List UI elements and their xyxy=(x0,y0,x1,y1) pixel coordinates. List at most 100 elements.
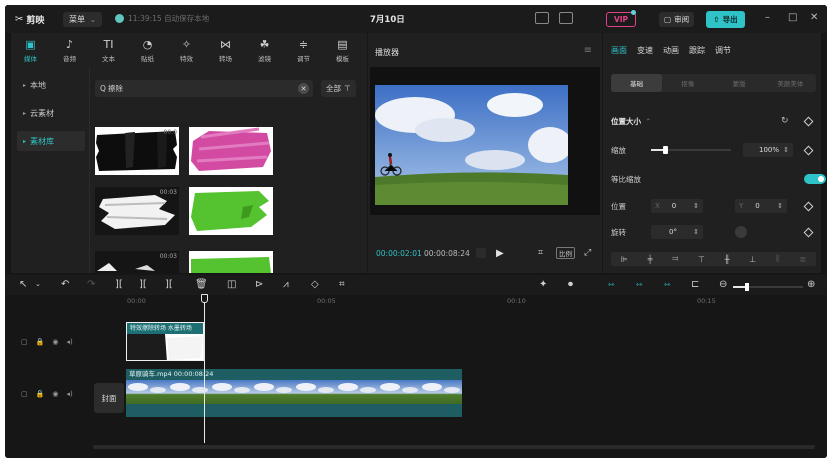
auto-snap-icon[interactable]: ⇿ xyxy=(636,279,643,290)
playhead[interactable] xyxy=(204,295,205,443)
inspector-tab[interactable]: 跟踪 xyxy=(689,45,705,56)
audio-icon[interactable]: ◂) xyxy=(66,338,72,346)
brush-stroke-thumbnail[interactable] xyxy=(189,187,273,235)
delete-icon[interactable]: 🗑 xyxy=(195,279,208,290)
split-left-icon[interactable]: ][ xyxy=(139,279,147,290)
close-icon[interactable]: ✕ xyxy=(810,12,818,23)
position-y-field[interactable]: Y 0 ⇕ xyxy=(735,199,787,213)
maximize-icon[interactable]: □ xyxy=(788,12,797,23)
auto-effect-icon[interactable]: ✦ xyxy=(539,279,547,290)
stepper-icon[interactable]: ⇕ xyxy=(783,146,789,154)
cover-button[interactable]: 封面 xyxy=(94,383,124,413)
keyframe-icon[interactable] xyxy=(803,201,814,212)
audio-icon[interactable]: ◂) xyxy=(66,390,72,398)
brush-stroke-thumbnail[interactable] xyxy=(189,251,273,273)
lock-icon[interactable]: 🔒 xyxy=(36,390,45,398)
align-center-v-icon[interactable]: ╫ xyxy=(725,255,730,264)
menu-button[interactable]: 菜单 ⌄ xyxy=(63,12,102,27)
sidebar-item[interactable]: ▸ 云素材 xyxy=(17,103,85,123)
sidebar-item[interactable]: ▸ 本地 xyxy=(17,75,85,95)
align-left-icon[interactable]: ⊫ xyxy=(621,255,628,264)
split-icon[interactable]: ][ xyxy=(115,279,123,290)
position-size-header[interactable]: 位置大小 ⌃ ↻ xyxy=(611,114,816,128)
zoom-in-icon[interactable]: ⊕ xyxy=(807,279,815,290)
search-input[interactable]: Q 擦除 ✕ xyxy=(95,80,313,97)
scale-value-field[interactable]: 100% ⇕ xyxy=(743,143,793,157)
rotate-field[interactable]: 0° ⇕ xyxy=(651,225,703,239)
timeline-scrollbar[interactable] xyxy=(93,445,815,449)
reverse-icon[interactable]: ⊳ xyxy=(255,279,263,290)
zoom-out-icon[interactable]: ⊖ xyxy=(719,279,727,290)
microphone-icon[interactable]: ⏺ xyxy=(568,279,573,290)
tab-audio[interactable]: ♪ 音频 xyxy=(50,33,89,67)
visibility-icon[interactable]: ◉ xyxy=(52,338,58,346)
inspector-subtab[interactable]: 抠像 xyxy=(662,74,713,92)
distribute-h-icon[interactable]: ⫼ xyxy=(776,254,780,264)
align-top-icon[interactable]: ⊤ xyxy=(698,255,705,264)
project-title[interactable]: 7月10日 xyxy=(370,13,405,25)
uniform-scale-toggle[interactable] xyxy=(804,174,826,184)
playhead-handle[interactable] xyxy=(201,294,208,303)
keyframe-icon[interactable] xyxy=(803,227,814,238)
lock-icon[interactable]: 🔒 xyxy=(36,338,45,346)
slider-handle[interactable] xyxy=(663,146,669,154)
align-bottom-icon[interactable]: ⊥ xyxy=(749,255,756,264)
sidebar-item[interactable]: ▸ 素材库 xyxy=(17,131,85,151)
tab-text[interactable]: TI 文本 xyxy=(89,33,128,67)
fullscreen-icon[interactable]: ⤢ xyxy=(584,248,591,258)
rotate-dial-icon[interactable] xyxy=(735,226,747,238)
shortcut-icon[interactable] xyxy=(535,12,549,24)
ratio-button[interactable]: 比例 xyxy=(556,247,575,259)
inspector-tab[interactable]: 变速 xyxy=(637,45,653,56)
align-right-icon[interactable]: ⫤ xyxy=(672,254,678,264)
keyframe-icon[interactable] xyxy=(803,145,814,156)
visibility-icon[interactable]: ◉ xyxy=(52,390,58,398)
chevron-down-icon[interactable]: ⌄ xyxy=(35,279,41,290)
tab-media[interactable]: ▣ 媒体 xyxy=(11,33,50,67)
menu-icon[interactable]: ≡ xyxy=(584,45,592,56)
inspector-subtab[interactable]: 蒙版 xyxy=(714,74,765,92)
inspector-tab[interactable]: 画面 xyxy=(611,45,627,56)
select-cursor-icon[interactable]: ↖ xyxy=(19,279,27,290)
export-button[interactable]: ⇧ 导出 xyxy=(706,11,745,28)
inspector-tab[interactable]: 动画 xyxy=(663,45,679,56)
brush-stroke-thumbnail[interactable]: 00:0 xyxy=(95,127,179,175)
distribute-v-icon[interactable]: ≣ xyxy=(799,255,806,264)
redo-icon[interactable]: ↷ xyxy=(87,279,95,290)
stepper-icon[interactable]: ⇕ xyxy=(777,202,783,210)
preview-axis-icon[interactable]: ⊏ xyxy=(691,279,699,290)
linkage-icon[interactable]: ⇿ xyxy=(664,279,671,290)
scale-slider[interactable] xyxy=(651,146,731,154)
inspector-subtab[interactable]: 基础 xyxy=(611,74,663,92)
effect-clip[interactable]: 特效擦除转场 水墨转场 xyxy=(126,322,204,361)
tab-effects[interactable]: ✧ 特效 xyxy=(167,33,206,67)
tab-adjust[interactable]: ≑ 调节 xyxy=(284,33,323,67)
tab-sticker[interactable]: ◔ 贴纸 xyxy=(128,33,167,67)
align-center-h-icon[interactable]: ╪ xyxy=(648,255,653,264)
freeze-icon[interactable]: ◫ xyxy=(227,279,236,290)
video-preview[interactable] xyxy=(375,85,568,205)
rotate-icon[interactable]: ◇ xyxy=(311,279,319,290)
split-right-icon[interactable]: ][ xyxy=(165,279,173,290)
stepper-icon[interactable]: ⇕ xyxy=(693,202,699,210)
stepper-icon[interactable]: ⇕ xyxy=(693,228,699,236)
review-button[interactable]: ▢ 审阅 xyxy=(659,12,695,27)
crop-icon[interactable]: ⌗ xyxy=(339,279,345,290)
inspector-subtab[interactable]: 美颜美体 xyxy=(765,74,816,92)
keyframe-icon[interactable] xyxy=(803,116,814,127)
minimize-icon[interactable]: – xyxy=(765,12,770,23)
tab-filter[interactable]: ☘ 滤镜 xyxy=(245,33,284,67)
tab-transition[interactable]: ⋈ 转场 xyxy=(206,33,245,67)
filter-button[interactable]: 全部 ⊤ xyxy=(321,80,356,97)
layout-icon[interactable] xyxy=(559,12,573,24)
inspector-tab[interactable]: 调节 xyxy=(715,45,731,56)
main-track-magnet-icon[interactable]: ⇿ xyxy=(608,279,615,290)
video-clip[interactable]: 草原骑车.mp4 00:00:08:24 xyxy=(126,369,462,417)
brush-stroke-thumbnail[interactable] xyxy=(189,127,273,175)
zoom-slider[interactable] xyxy=(733,283,803,291)
crop-icon[interactable]: ⌗ xyxy=(538,248,543,258)
play-icon[interactable]: ▶ xyxy=(496,248,504,259)
slider-handle[interactable] xyxy=(745,283,749,291)
position-x-field[interactable]: X 0 ⇕ xyxy=(651,199,703,213)
brush-stroke-thumbnail[interactable]: 00:03 xyxy=(95,251,179,273)
